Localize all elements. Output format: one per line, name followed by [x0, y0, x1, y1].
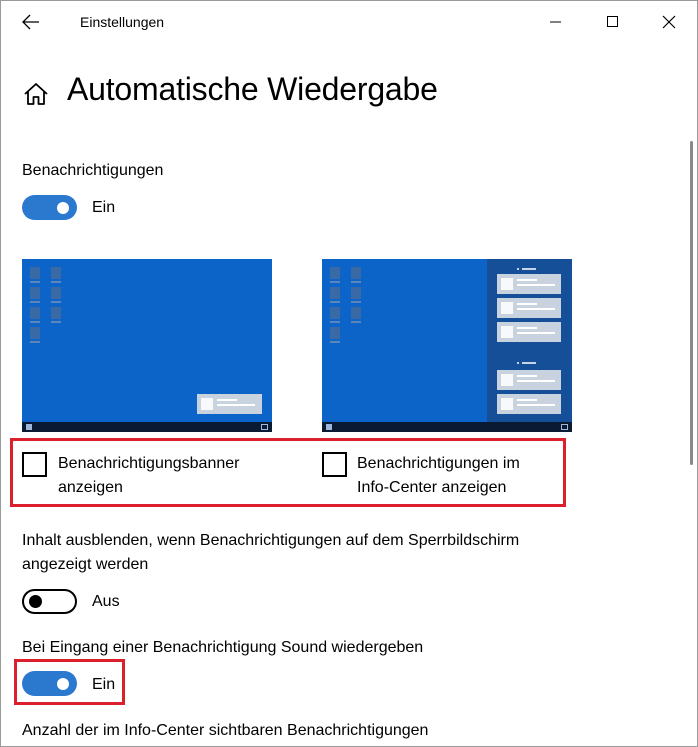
maximize-button[interactable] [585, 1, 641, 43]
minimize-icon [550, 21, 561, 23]
app-title: Einstellungen [80, 14, 165, 30]
notifications-label: Benachrichtigungen [22, 162, 164, 179]
minimize-button[interactable] [528, 1, 584, 43]
banner-checkbox-label[interactable]: Benachrichtigungsbanner anzeigen [58, 452, 278, 500]
back-button[interactable] [11, 5, 51, 39]
maximize-icon [607, 16, 618, 27]
home-icon [24, 83, 48, 105]
close-button[interactable] [641, 1, 697, 43]
banner-preview-image [22, 259, 272, 432]
hide-content-toggle-state: Aus [92, 593, 120, 610]
action-center-preview-image [322, 259, 572, 432]
sound-label: Bei Eingang einer Benachrichtigung Sound… [22, 639, 424, 656]
hide-content-label: Inhalt ausblenden, wenn Benachrichtigung… [22, 529, 519, 577]
settings-window: Einstellungen Automatische Wiedergabe Be… [0, 0, 698, 747]
notifications-toggle-state: Ein [92, 199, 116, 216]
sound-toggle-state: Ein [92, 676, 116, 693]
action-center-checkbox-label[interactable]: Benachrichtigungen im Info-Center anzeig… [357, 452, 577, 500]
back-arrow-icon [22, 14, 39, 30]
action-center-checkbox[interactable] [322, 452, 347, 477]
action-center-label-line2: Info-Center anzeigen [357, 479, 507, 496]
banner-label-line2: anzeigen [58, 479, 123, 496]
home-button[interactable] [23, 81, 49, 107]
hide-content-label-line2: angezeigt werden [22, 556, 149, 573]
visible-count-label: Anzahl der im Info-Center sichtbaren Ben… [22, 722, 429, 739]
scrollbar[interactable] [690, 141, 693, 465]
close-icon [662, 15, 676, 29]
hide-content-toggle[interactable] [22, 589, 77, 614]
page-title: Automatische Wiedergabe [67, 71, 438, 107]
hide-content-label-line1: Inhalt ausblenden, wenn Benachrichtigung… [22, 532, 520, 549]
banner-checkbox[interactable] [22, 452, 47, 477]
title-bar: Einstellungen [1, 1, 697, 43]
sound-toggle[interactable] [22, 671, 77, 696]
toggle-knob [57, 678, 69, 690]
action-center-label-line1: Benachrichtigungen im [357, 455, 520, 472]
toggle-knob [57, 202, 69, 214]
banner-label-line1: Benachrichtigungsbanner [58, 455, 240, 472]
notifications-toggle[interactable] [22, 195, 77, 220]
toggle-knob [29, 595, 42, 608]
